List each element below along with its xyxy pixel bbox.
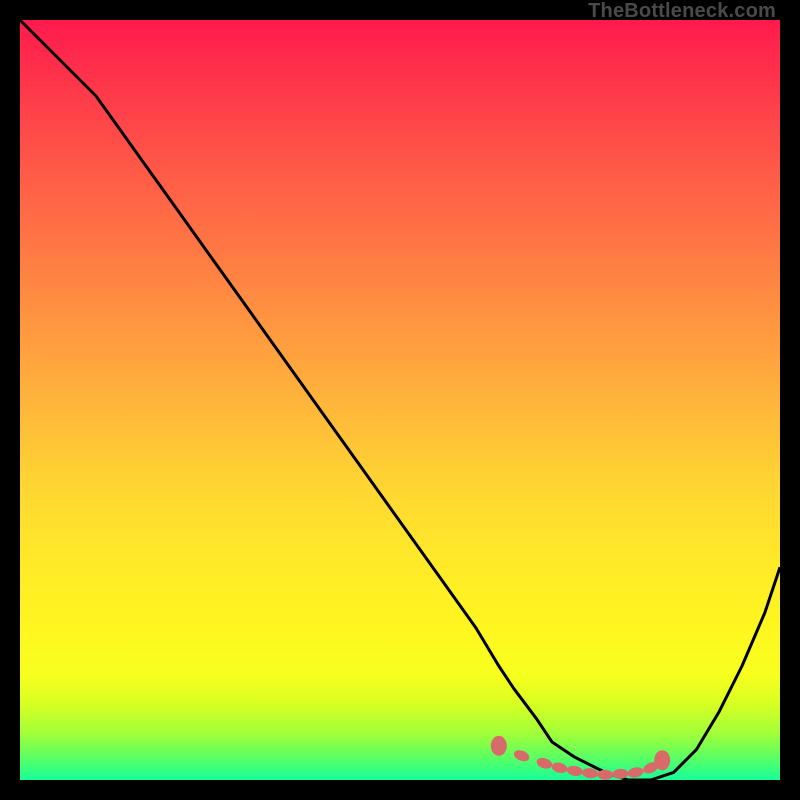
bottleneck-curve-path xyxy=(20,20,780,780)
sweet-spot-marker xyxy=(612,768,629,779)
bottleneck-curve xyxy=(20,20,780,780)
sweet-spot-marker xyxy=(491,736,507,756)
chart-frame: TheBottleneck.com xyxy=(0,0,800,800)
chart-svg xyxy=(20,20,780,780)
sweet-spot-marker xyxy=(627,766,645,779)
sweet-spot-marker xyxy=(654,750,670,770)
sweet-spot-marker xyxy=(551,761,569,775)
sweet-spot-marker xyxy=(512,748,531,763)
sweet-spot-marker xyxy=(535,756,553,770)
chart-plot-area xyxy=(20,20,780,780)
sweet-spot-marker xyxy=(566,765,583,778)
sweet-spot-markers xyxy=(491,736,670,780)
